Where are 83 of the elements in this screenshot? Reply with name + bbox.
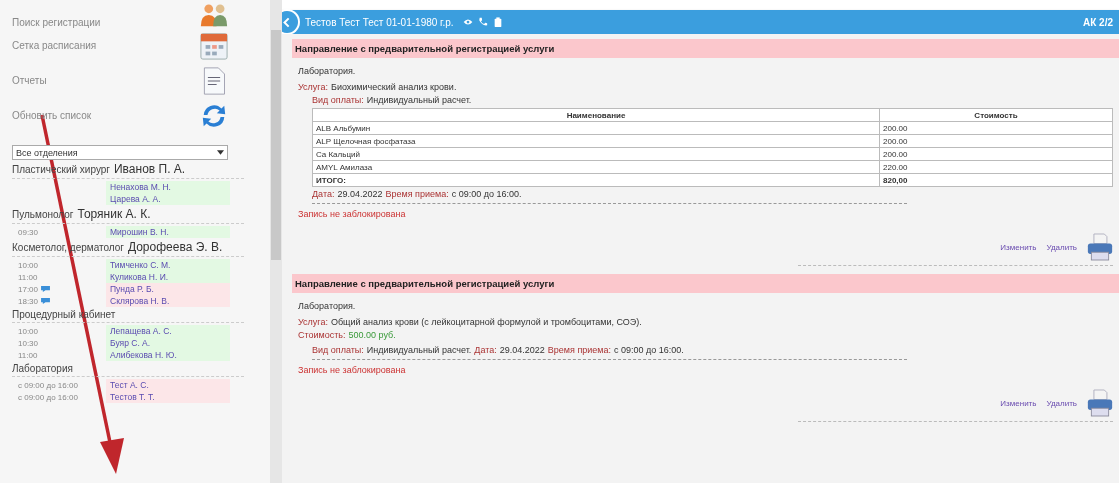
table-cell: 200.00 [879, 147, 1113, 161]
service-label: Услуга: [298, 317, 328, 327]
patient-entry[interactable]: Склярова Н. В. [106, 295, 230, 307]
payment-label: Вид оплаты: [312, 95, 364, 105]
patient-entry[interactable]: Пунда Р. Б. [106, 283, 230, 295]
total-cell: 820,00 [879, 173, 1113, 187]
column-header: Стоимость [879, 108, 1113, 122]
appointment-time: 11:00 [18, 350, 38, 360]
appointment-time: 17:00 [18, 284, 39, 294]
table-cell: ALP Щелочная фосфатаза [312, 134, 880, 148]
patient-entry[interactable]: Тимченко С. М. [106, 259, 230, 271]
doctor-name: Иванов П. А. [114, 162, 186, 176]
collapse-button[interactable] [282, 11, 298, 33]
date-value: 29.04.2022 [499, 345, 545, 355]
table-cell: Ca Кальций [312, 147, 880, 161]
patient-entry[interactable]: Лепащева А. С. [106, 325, 230, 337]
payment-label: Вид оплаты: [312, 345, 364, 355]
date-label: Дата: [474, 345, 497, 355]
doctor-name: Торяник А. К. [77, 207, 151, 221]
appointment-time: с 09:00 до 16:00 [18, 392, 78, 402]
table-cell: AMYL Амилаза [312, 160, 880, 174]
payment-type: Индивидуальный расчет. [366, 95, 472, 105]
header-code: АК 2/2 [1083, 16, 1113, 28]
table-cell: 220.00 [879, 160, 1113, 174]
patient-entry[interactable]: Алибекова Н. Ю. [106, 349, 230, 361]
total-cell: ИТОГО: [312, 173, 880, 187]
patient-entry[interactable]: Куликова Н. И. [106, 271, 230, 283]
action-link[interactable]: Изменить [1000, 398, 1037, 408]
column-header: Наименование [312, 108, 880, 122]
menu-item[interactable]: Обновить список [12, 110, 92, 121]
clipboard-icon[interactable] [492, 17, 503, 27]
table-cell: 200.00 [879, 121, 1113, 135]
cost-value: 500.00 руб. [348, 330, 396, 340]
payment-type: Индивидуальный расчет. [366, 345, 472, 355]
appointment-time: 11:00 [18, 272, 38, 282]
action-link[interactable]: Удалить [1046, 398, 1077, 408]
service-name: Общий анализ крови (с лейкоцитарной формулой и тромбоцитами, СОЭ). [330, 317, 642, 327]
referral-title: Направление с предварительной регистрацией услуги [292, 39, 1119, 58]
doctor-name: Дорофеева Э. В. [127, 240, 223, 254]
scrollbar-thumb[interactable] [271, 30, 281, 260]
menu-item[interactable]: Отчеты [12, 75, 47, 86]
service-label: Услуга: [298, 82, 328, 92]
specialty-label: Лаборатория [12, 363, 73, 374]
cost-label: Стоимость: [298, 330, 346, 340]
appointment-time: 09:30 [18, 227, 39, 237]
service-name: Биохимический анализ крови. [330, 82, 457, 92]
lock-status: Запись не заблокирована [298, 365, 407, 375]
department-text: Лаборатория. [298, 301, 357, 311]
calendar-icon[interactable] [200, 31, 228, 60]
time-value: с 09:00 до 16:00. [614, 345, 684, 355]
printer-icon[interactable] [1087, 233, 1113, 261]
caret-icon [217, 150, 224, 155]
table-cell: 200.00 [879, 134, 1113, 148]
date-label: Дата: [312, 189, 335, 199]
date-value: 29.04.2022 [337, 189, 383, 199]
appointment-time: 10:30 [18, 338, 39, 348]
appointment-time: 10:00 [18, 260, 39, 270]
menu-item[interactable]: Сетка расписания [12, 40, 97, 51]
appointment-time: 18:30 [18, 296, 39, 306]
chevron-left-icon [282, 16, 292, 28]
referral-title: Направление с предварительной регистрацией услуги [292, 274, 1119, 293]
time-label: Время приема: [547, 345, 611, 355]
patient-entry[interactable]: Тест А. С. [106, 379, 230, 391]
phone-icon[interactable] [477, 17, 488, 27]
department-text: Лаборатория. [298, 66, 357, 76]
patient-name: Тестов Тест Тест 01-01-1980 г.р. [305, 16, 454, 28]
appointment-time: с 09:00 до 16:00 [18, 380, 78, 390]
patient-entry[interactable]: Буяр С. А. [106, 337, 230, 349]
action-link[interactable]: Изменить [1000, 242, 1037, 252]
printer-icon[interactable] [1087, 389, 1113, 417]
patient-entry[interactable]: Ненахова М. Н. [106, 181, 230, 193]
time-value: с 09:00 до 16:00. [451, 189, 522, 199]
department-select[interactable]: Все отделения [12, 145, 228, 160]
action-link[interactable]: Удалить [1046, 242, 1077, 252]
patient-entry[interactable]: Тестов Т. Т. [106, 391, 230, 403]
eye-icon[interactable] [462, 17, 473, 27]
patient-entry[interactable]: Мирошин В. Н. [106, 226, 230, 238]
lock-status: Запись не заблокирована [298, 209, 407, 219]
appointment-time: 10:00 [18, 326, 39, 336]
menu-item[interactable]: Поиск регистрации [12, 17, 101, 28]
patient-entry[interactable]: Царева А. А. [106, 193, 230, 205]
table-cell: ALB Альбумин [312, 121, 880, 135]
time-label: Время приема: [385, 189, 449, 199]
